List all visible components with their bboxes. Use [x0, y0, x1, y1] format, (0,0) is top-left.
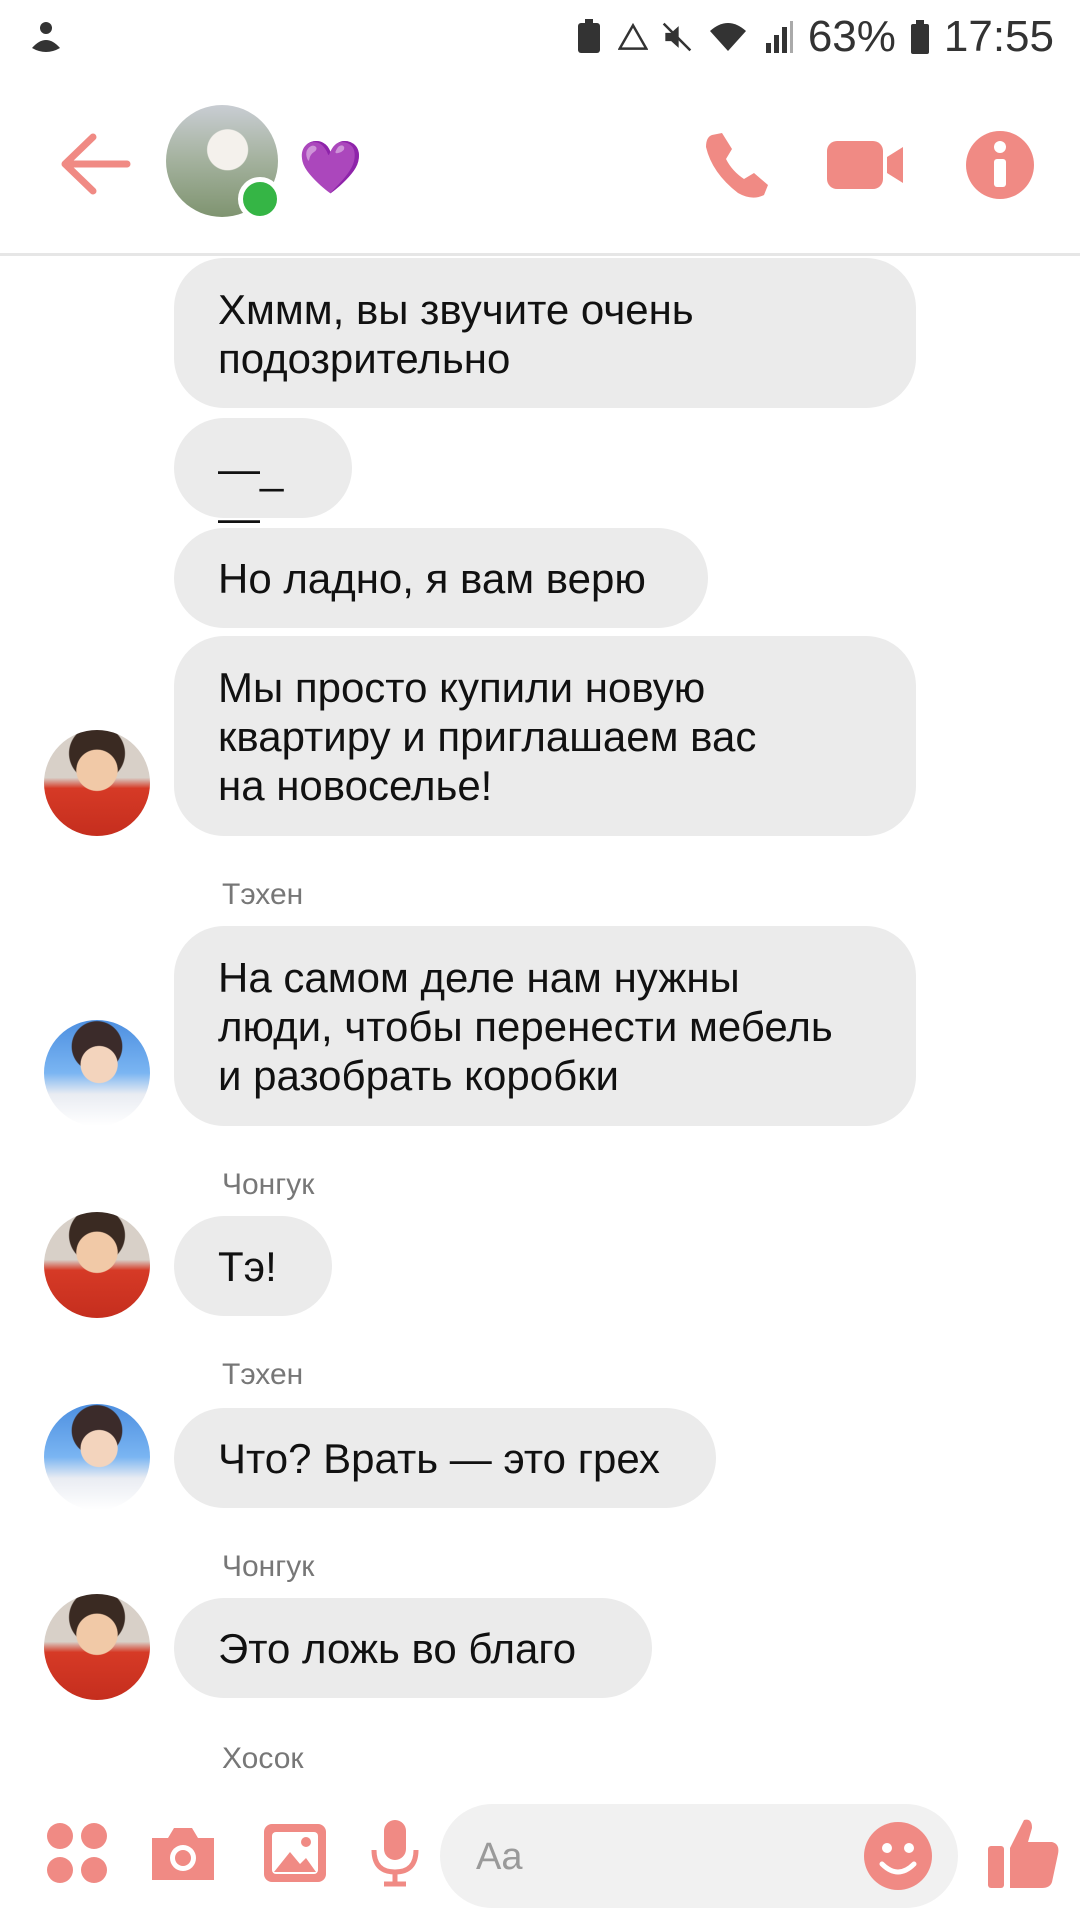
- sender-name: Тэхен: [222, 878, 304, 911]
- emoji-icon[interactable]: [862, 1820, 934, 1892]
- message-text: на новоселье!: [218, 762, 493, 809]
- message-bubble[interactable]: Что? Врать — это грех: [174, 1408, 716, 1508]
- message-text: Что? Врать — это грех: [218, 1435, 660, 1482]
- status-bar: 63% 17:55: [0, 0, 1080, 75]
- message-bubble[interactable]: Это ложь во благо: [174, 1598, 652, 1698]
- battery-icon: [910, 20, 929, 54]
- gallery-icon[interactable]: [260, 1818, 330, 1888]
- microphone-icon[interactable]: [360, 1818, 430, 1888]
- message-input[interactable]: [474, 1804, 858, 1910]
- message-text: люди, чтобы перенести мебель: [218, 1003, 833, 1050]
- battery-percent: 63%: [807, 12, 896, 61]
- message-text: квартиру и приглашаем вас: [218, 713, 757, 760]
- message-text: Мы просто купили новую: [218, 664, 706, 711]
- message-bubble[interactable]: Мы просто купили новую квартиру и пригла…: [174, 636, 916, 836]
- message-text: Хммм, вы звучите очень: [218, 286, 694, 333]
- message-text: Но ладно, я вам верю: [218, 555, 646, 602]
- sender-avatar-jungkook[interactable]: [44, 730, 150, 836]
- menu-dots-icon[interactable]: [42, 1818, 112, 1888]
- message-text: Это ложь во благо: [218, 1625, 577, 1672]
- message-bubble[interactable]: Тэ!: [174, 1216, 332, 1316]
- back-arrow-icon[interactable]: [55, 129, 135, 199]
- info-icon[interactable]: [960, 125, 1040, 205]
- sender-name: Чонгук: [222, 1550, 315, 1583]
- data-icon: [617, 22, 648, 50]
- clock: 17:55: [943, 12, 1054, 61]
- composer-bar: [0, 1790, 1080, 1920]
- message-bubble[interactable]: На самом деле нам нужны люди, чтобы пере…: [174, 926, 916, 1126]
- conversation-header: 💜: [0, 75, 1080, 256]
- message-bubble[interactable]: —_—: [174, 418, 352, 541]
- mute-icon: [662, 22, 692, 52]
- phone-call-icon[interactable]: [698, 125, 778, 205]
- sender-avatar-jungkook[interactable]: [44, 1212, 150, 1318]
- message-text: подозрительно: [218, 335, 511, 382]
- sender-name: Тэхен: [222, 1358, 304, 1391]
- video-call-icon[interactable]: [825, 125, 905, 205]
- wifi-icon: [709, 23, 746, 51]
- notification-icon: [32, 22, 60, 52]
- sender-avatar-taehyung[interactable]: [44, 1020, 150, 1126]
- contact-name-emoji[interactable]: 💜: [298, 137, 363, 198]
- message-text: и разобрать коробки: [218, 1052, 619, 1099]
- battery-saver-icon: [577, 19, 600, 53]
- online-indicator: [238, 177, 282, 221]
- sender-name: Хосок: [222, 1742, 304, 1775]
- sender-avatar-jungkook[interactable]: [44, 1594, 150, 1700]
- signal-icon: [765, 21, 793, 53]
- message-text: На самом деле нам нужны: [218, 954, 740, 1001]
- camera-icon[interactable]: [148, 1818, 218, 1888]
- message-text: Тэ!: [218, 1243, 277, 1290]
- message-bubble[interactable]: Но ладно, я вам верю: [174, 528, 708, 628]
- thumbs-up-icon[interactable]: [984, 1812, 1064, 1892]
- sender-name: Чонгук: [222, 1168, 315, 1201]
- message-bubble[interactable]: Хммм, вы звучите очень подозрительно: [174, 258, 916, 408]
- message-input-container[interactable]: [440, 1804, 958, 1910]
- sender-avatar-taehyung[interactable]: [44, 1404, 150, 1510]
